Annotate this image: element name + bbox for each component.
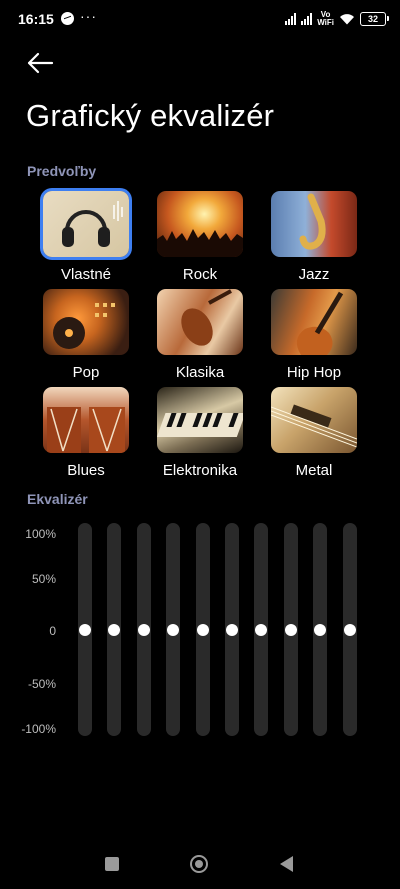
piano-keys-icon [157,413,243,437]
equalizer-section-label: Ekvalizér [27,491,88,507]
equalizer-band-slider[interactable] [342,523,357,736]
equalizer-band-slider[interactable] [166,523,181,736]
preset-blues[interactable]: Blues [40,387,132,479]
crowd-silhouette [157,229,243,257]
preset-vlastne[interactable]: Vlastné [40,191,132,283]
preset-klasika[interactable]: Klasika [154,289,246,381]
slider-knob[interactable] [255,623,268,636]
signal-icon [301,13,313,25]
slider-knob[interactable] [108,623,121,636]
slider-knob[interactable] [284,623,297,636]
signal-icon [285,13,297,25]
preset-label: Pop [72,364,100,381]
slider-knob[interactable] [79,623,91,636]
keyboard-thumbnail [157,387,243,453]
turntable-icon [53,303,115,349]
vowifi-icon: Vo WiFi [317,10,334,27]
slider-knob[interactable] [137,623,150,636]
equalizer-band-slider[interactable] [225,523,239,736]
drums-icon [47,407,125,453]
dj-turntable-thumbnail [43,289,129,355]
drums-thumbnail [43,387,129,453]
axis-label: -50% [27,677,56,691]
preset-pop[interactable]: Pop [40,289,132,381]
equalizer-band-slider[interactable] [78,523,92,736]
equalizer-band-slider[interactable] [313,523,328,736]
page-title: Grafický ekvalizér [26,98,275,133]
preset-label: Hip Hop [286,364,342,381]
preset-hiphop[interactable]: Hip Hop [268,289,360,381]
preset-label: Jazz [298,266,330,283]
violin-icon [181,289,232,346]
electric-guitar-thumbnail [271,387,357,453]
axis-label: 0 [49,624,56,638]
preset-label: Metal [295,462,333,479]
equalizer-band-slider[interactable] [136,523,151,736]
axis-label: -100% [21,722,56,736]
more-dots-icon: ··· [80,8,97,24]
preset-label: Elektronika [162,462,238,479]
axis-label: 100% [25,527,56,541]
battery-icon: 32 [360,12,389,26]
recents-square-icon[interactable] [105,857,119,871]
slider-knob[interactable] [196,623,209,636]
headphones-icon [62,201,123,247]
status-bar: 16:15 ··· Vo WiFi 32 [0,0,400,40]
equalizer-band-slider[interactable] [107,523,122,736]
electric-guitar-icon [271,404,357,448]
preset-label: Klasika [175,364,225,381]
preset-metal[interactable]: Metal [268,387,360,479]
preset-label: Blues [67,462,105,479]
preset-elektronika[interactable]: Elektronika [154,387,246,479]
concert-crowd-thumbnail [157,191,243,257]
equalizer-band-slider[interactable] [254,523,269,736]
saxophone-thumbnail [271,191,357,257]
equalizer-band-slider[interactable] [283,523,298,736]
wifi-icon [340,14,354,25]
slider-knob[interactable] [314,623,327,636]
violin-thumbnail [157,289,243,355]
preset-rock[interactable]: Rock [154,191,246,283]
equalizer-band-slider[interactable] [195,523,210,736]
arrow-left-icon[interactable] [26,50,54,76]
slider-knob[interactable] [226,623,238,636]
axis-label: 50% [31,572,56,586]
saxophone-icon [299,193,326,250]
status-time: 16:15 [18,11,54,27]
messenger-icon [61,12,74,25]
back-triangle-icon[interactable] [280,856,293,872]
slider-knob[interactable] [167,623,180,636]
slider-knob[interactable] [343,623,356,636]
guitar-icon [296,291,344,355]
presets-section-label: Predvoľby [27,163,97,179]
guitar-thumbnail [271,289,357,355]
preset-jazz[interactable]: Jazz [268,191,360,283]
home-circle-icon[interactable] [190,855,208,873]
preset-label: Vlastné [60,266,112,283]
headphones-thumbnail [43,191,129,257]
preset-label: Rock [182,266,218,283]
